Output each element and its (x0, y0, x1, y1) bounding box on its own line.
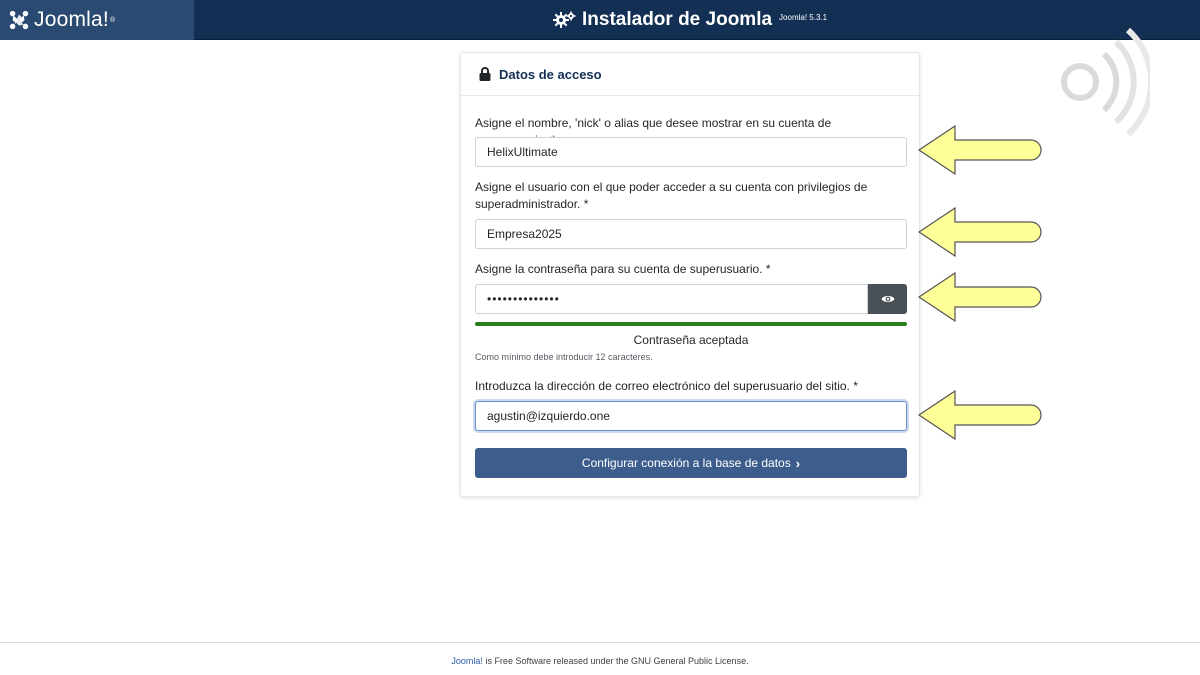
configure-database-button[interactable]: Configurar conexión a la base de datos › (475, 448, 907, 478)
annotation-arrow-4 (917, 389, 1042, 441)
chevron-right-icon: › (795, 455, 801, 471)
footer-divider (0, 642, 1200, 643)
footer: Joomla! is Free Software released under … (0, 656, 1200, 666)
joomla-footer-link[interactable]: Joomla! (451, 656, 483, 666)
wireless-signal-icon (1061, 27, 1150, 137)
superuser-name-input[interactable] (475, 137, 907, 167)
joomla-logo-icon (9, 10, 29, 30)
superuser-username-input[interactable] (475, 219, 907, 249)
gears-icon (553, 11, 576, 28)
top-bar: Joomla! ® Instalador de Joomla Joomla! 5… (0, 0, 1200, 40)
card-title: Datos de acceso (499, 66, 602, 82)
password-input[interactable] (475, 284, 868, 314)
version-label: Joomla! 5.3.1 (779, 12, 828, 22)
installer-title-group: Instalador de Joomla Joomla! 5.3.1 (552, 0, 827, 40)
brand-name: Joomla! (34, 8, 109, 31)
password-label: Asigne la contraseña para su cuenta de s… (475, 262, 771, 276)
eye-icon (881, 296, 894, 302)
footer-license-text: is Free Software released under the GNU … (482, 656, 749, 666)
annotation-arrow-3 (917, 271, 1042, 323)
username-label: Asigne el usuario con el que poder acced… (475, 180, 868, 211)
password-strength-meter (475, 322, 907, 326)
annotation-arrow-1 (917, 124, 1042, 176)
configure-database-label: Configurar conexión a la base de datos (581, 456, 791, 470)
lock-icon (479, 67, 491, 81)
toggle-password-button[interactable] (868, 284, 907, 314)
brand-registered-mark: ® (109, 16, 116, 24)
page-title: Instalador de Joomla (582, 9, 773, 30)
password-status-text: Contraseña aceptada (633, 333, 749, 347)
password-hint: Como mínimo debe introducir 12 caractere… (475, 352, 653, 362)
email-label: Introduzca la dirección de correo electr… (475, 379, 858, 393)
email-input[interactable] (475, 401, 907, 431)
login-data-card: Datos de acceso Asigne el nombre, 'nick'… (460, 52, 920, 497)
joomla-brand[interactable]: Joomla! ® (0, 0, 194, 40)
card-header: Datos de acceso (461, 53, 919, 96)
annotation-arrow-2 (917, 206, 1042, 258)
